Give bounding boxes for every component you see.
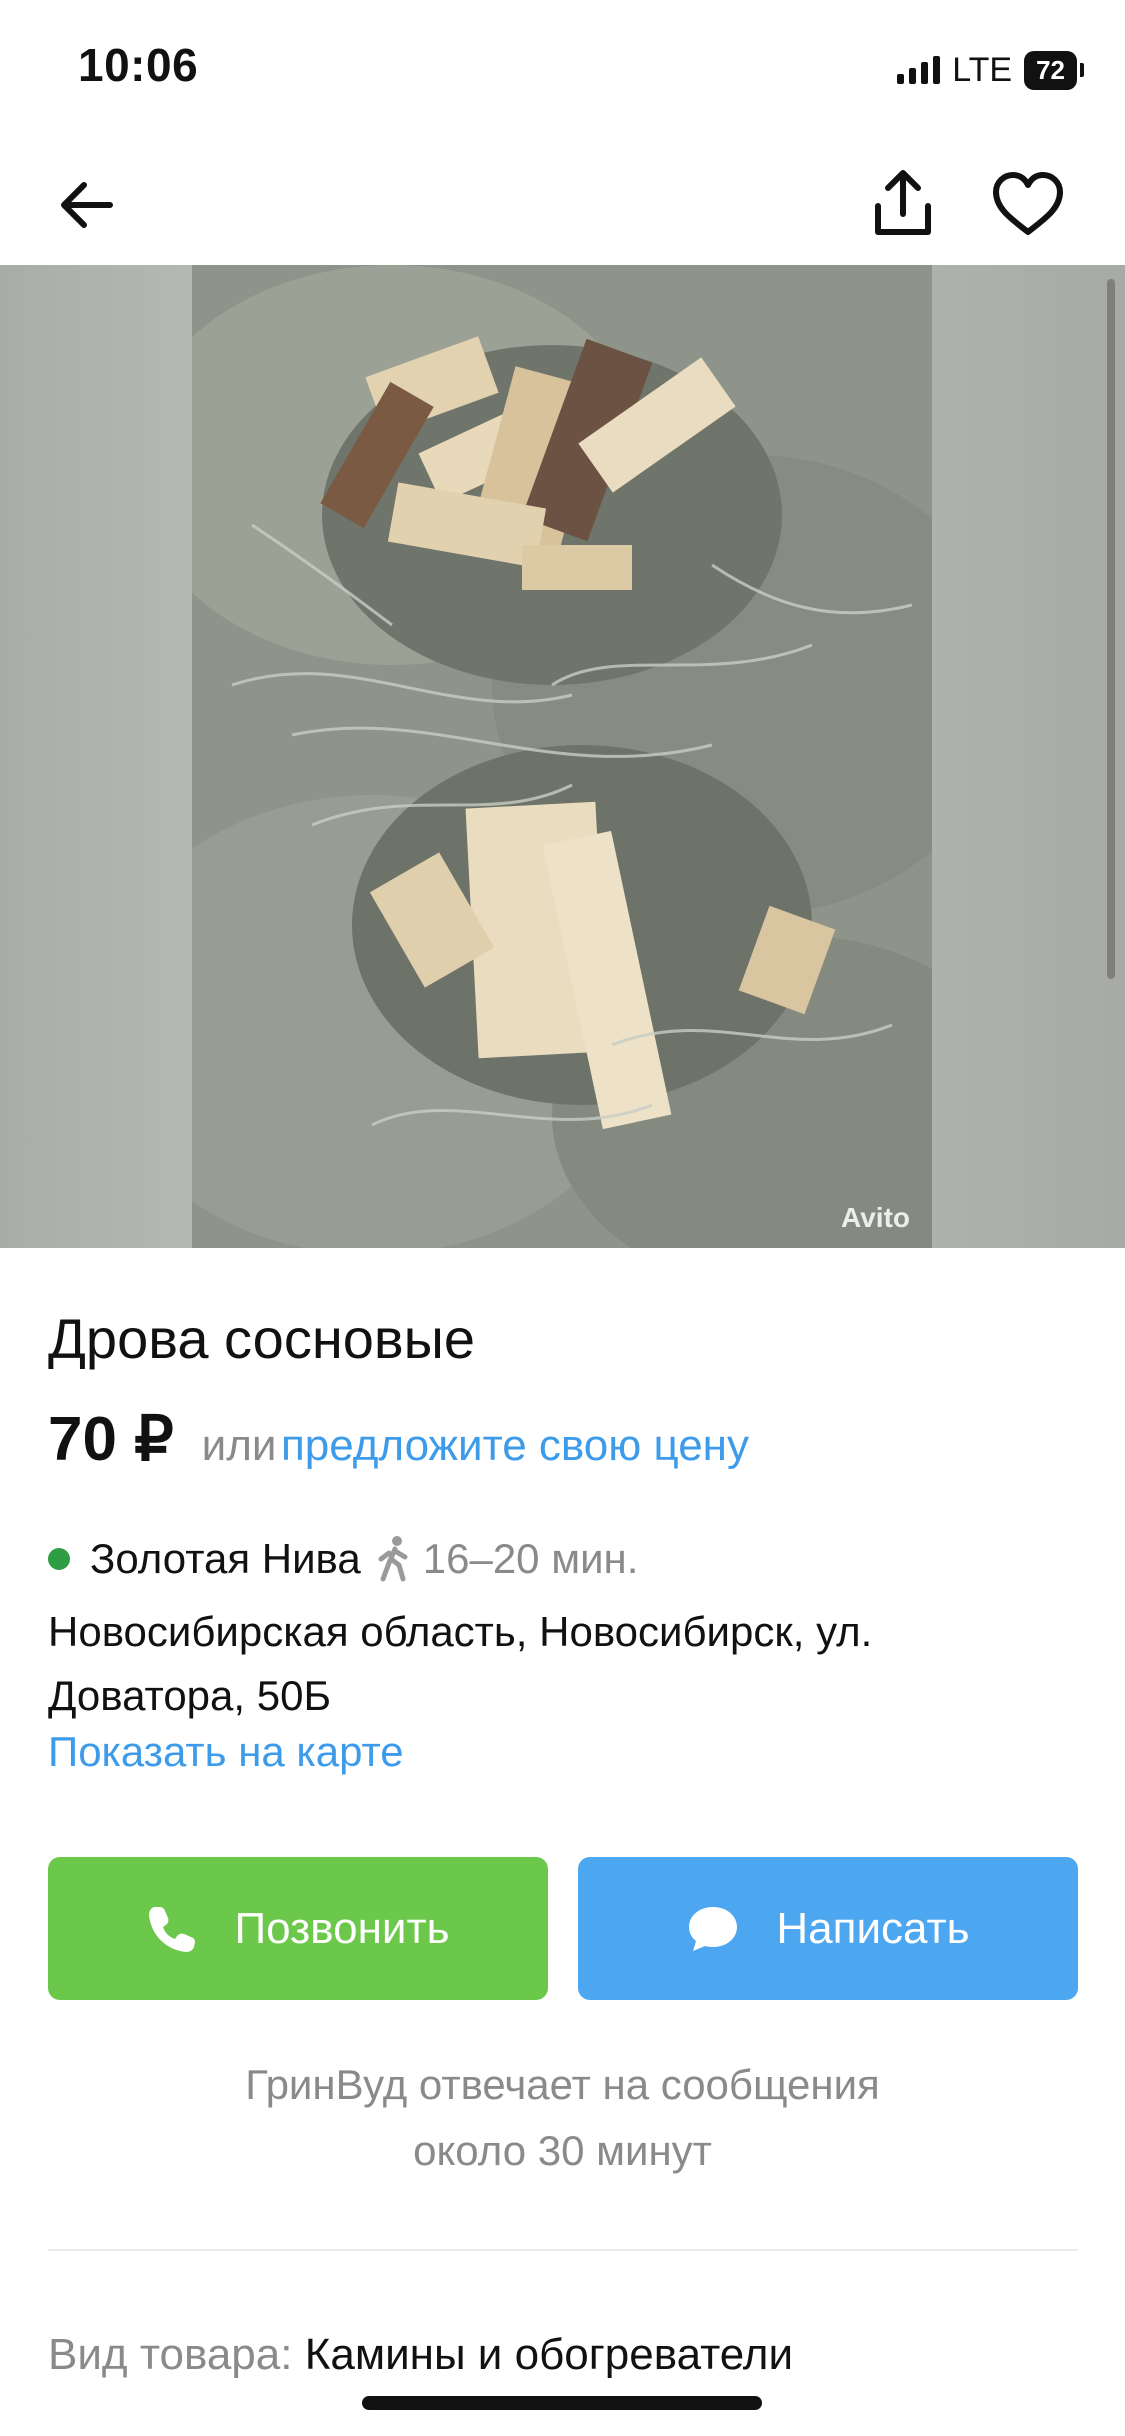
photo-gallery[interactable]: Avito: [0, 265, 1125, 1248]
home-indicator[interactable]: [362, 2396, 762, 2410]
seller-response-note: ГринВуд отвечает на сообщения около 30 м…: [0, 2052, 1125, 2184]
seller-response-line-2: около 30 минут: [413, 2127, 712, 2174]
address: Новосибирская область, Новосибирск, ул. …: [48, 1608, 873, 1719]
call-button-label: Позвонить: [234, 1903, 450, 1953]
status-indicators: LTE 72: [897, 50, 1084, 90]
price-row: 70 ₽ или предложите свою цену: [48, 1402, 749, 1475]
phone-icon: [149, 1906, 196, 1952]
show-on-map-link[interactable]: Показать на карте: [48, 1728, 404, 1776]
divider: [48, 2249, 1078, 2251]
back-button[interactable]: [52, 170, 122, 240]
listing-photo[interactable]: Avito: [192, 265, 932, 1248]
metro-line-dot: [48, 1548, 70, 1570]
chat-bubble-icon: [689, 1906, 738, 1951]
seller-response-line-1: ГринВуд отвечает на сообщения: [245, 2061, 880, 2108]
favorite-button[interactable]: [990, 170, 1066, 240]
scrollbar[interactable]: [1107, 279, 1115, 979]
spec-label: Вид товара:: [48, 2330, 293, 2379]
spec-row-product-type: Вид товара: Камины и обогреватели: [48, 2330, 793, 2380]
walk-time: 16–20 мин.: [422, 1535, 639, 1582]
write-button[interactable]: Написать: [578, 1857, 1078, 2000]
photo-watermark: Avito: [841, 1202, 910, 1233]
walking-person-icon: [378, 1536, 408, 1582]
signal-icon: [897, 56, 941, 84]
network-type: LTE: [952, 50, 1013, 89]
offer-price-link[interactable]: предложите свою цену: [281, 1421, 749, 1470]
arrow-left-icon: [61, 182, 113, 228]
price-or-text: или: [201, 1421, 277, 1470]
share-button[interactable]: [868, 166, 938, 242]
status-bar: 10:06 LTE 72: [0, 0, 1125, 140]
metro-station: Золотая Нива: [90, 1535, 361, 1582]
metro-row: Золотая Нива 16–20 мин.: [48, 1535, 638, 1583]
price-offer-line: или предложите свою цену: [202, 1421, 749, 1471]
firewood-bags-image: [192, 265, 932, 1248]
nav-bar: [0, 140, 1125, 265]
listing-title: Дрова сосновые: [48, 1307, 476, 1370]
call-button[interactable]: Позвонить: [48, 1857, 548, 2000]
price: 70 ₽: [48, 1405, 174, 1474]
status-time: 10:06: [78, 39, 199, 91]
battery-icon: 72: [1024, 50, 1084, 90]
heart-outline-icon: [993, 172, 1063, 235]
spec-value: Камины и обогреватели: [304, 2330, 794, 2379]
share-upload-icon: [875, 170, 931, 235]
write-button-label: Написать: [776, 1903, 970, 1953]
